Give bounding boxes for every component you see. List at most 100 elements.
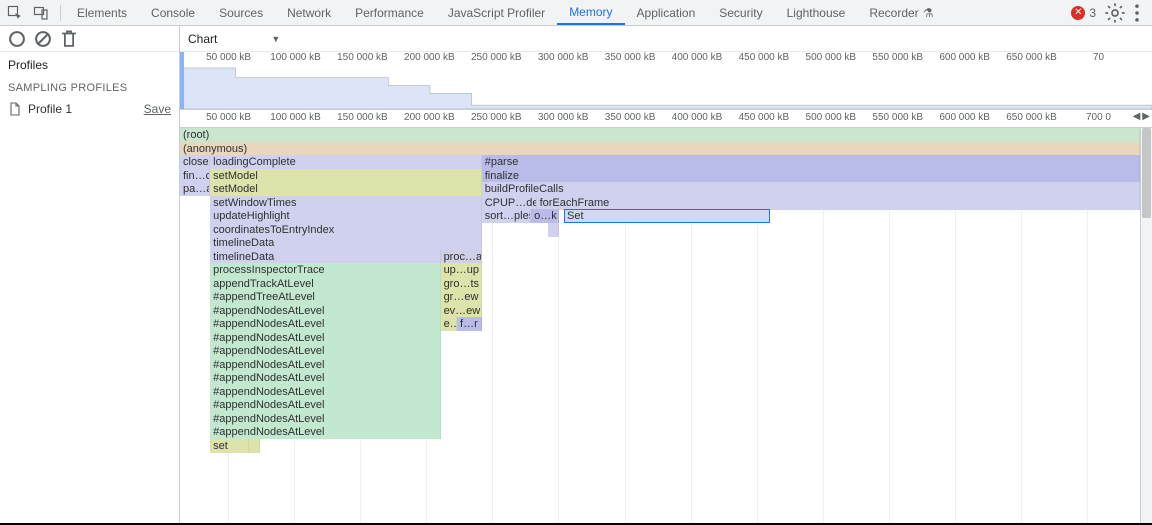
overview-strip[interactable]: 50 000 kB100 000 kB150 000 kB200 000 kB2… [180, 52, 1152, 110]
flame-frame[interactable]: #appendNodesAtLevel [210, 371, 440, 385]
document-icon [8, 102, 22, 116]
flame-frame[interactable]: finalize [482, 169, 1140, 183]
flame-frame[interactable]: #appendNodesAtLevel [210, 344, 440, 358]
flame-frame[interactable]: proc…ata [441, 250, 482, 264]
tick-label: 500 000 kB [806, 112, 857, 123]
view-select[interactable]: Chart ▼ [188, 32, 288, 46]
flame-frame[interactable]: fin…ce [180, 169, 210, 183]
flame-frame[interactable]: f…r [457, 317, 482, 331]
divider [60, 5, 61, 21]
flame-frame[interactable]: up…up [441, 263, 482, 277]
tick-label: 70 [1093, 52, 1104, 63]
tick-label: 400 000 kB [672, 52, 723, 63]
beta-icon: ⚗ [923, 6, 934, 20]
tick-label: 250 000 kB [471, 52, 522, 63]
devtools-toolbar: ElementsConsoleSourcesNetworkPerformance… [0, 0, 1152, 26]
error-count: 3 [1089, 6, 1096, 20]
flame-frame[interactable]: sort…ples [482, 209, 531, 223]
settings-icon[interactable] [1104, 2, 1126, 24]
tab-javascript-profiler[interactable]: JavaScript Profiler [436, 0, 557, 25]
tab-sources[interactable]: Sources [207, 0, 275, 25]
flame-frame[interactable]: loadingComplete [210, 155, 482, 169]
tab-elements[interactable]: Elements [65, 0, 139, 25]
scrollbar-thumb[interactable] [1142, 128, 1151, 218]
flame-frame[interactable]: setWindowTimes [210, 196, 482, 210]
tab-application[interactable]: Application [625, 0, 708, 25]
flame-frame[interactable]: close [180, 155, 210, 169]
tick-label: 50 000 kB [206, 52, 251, 63]
profiles-subheading: SAMPLING PROFILES [0, 78, 179, 98]
save-link[interactable]: Save [144, 102, 171, 116]
flame-frame[interactable]: updateHighlight [210, 209, 482, 223]
flame-frame[interactable]: setModel [210, 182, 482, 196]
flame-frame[interactable]: #appendNodesAtLevel [210, 385, 440, 399]
flame-frame[interactable]: Set [564, 209, 770, 223]
sidebar-toolbar [0, 26, 179, 52]
flame-frame[interactable]: #appendNodesAtLevel [210, 304, 440, 318]
view-select-row: Chart ▼ [180, 26, 1152, 52]
flame-frame[interactable]: setModel [210, 169, 482, 183]
tick-label: 700 0 [1086, 112, 1111, 123]
flame-frame[interactable] [249, 439, 260, 453]
tick-label: 250 000 kB [471, 112, 522, 123]
flame-frame[interactable]: gro…ts [441, 277, 482, 291]
record-icon[interactable] [6, 28, 28, 50]
tick-label: 450 000 kB [739, 112, 790, 123]
tab-memory[interactable]: Memory [557, 0, 624, 25]
flame-frame[interactable]: CPUP…del [482, 196, 537, 210]
flame-frame[interactable]: buildProfileCalls [482, 182, 1140, 196]
clear-icon[interactable] [32, 28, 54, 50]
delete-icon[interactable] [58, 28, 80, 50]
flame-frame[interactable]: o…k [531, 209, 558, 223]
tick-label: 150 000 kB [337, 112, 388, 123]
tick-label: 650 000 kB [1006, 112, 1057, 123]
ruler-scroll-arrows[interactable]: ◀▶ [1133, 111, 1150, 122]
flame-frame[interactable]: coordinatesToEntryIndex [210, 223, 482, 237]
flame-frame[interactable]: #appendNodesAtLevel [210, 425, 440, 439]
flame-chart[interactable]: (root)(anonymous)closeloadingComplete#pa… [180, 128, 1140, 523]
flame-frame[interactable]: #appendNodesAtLevel [210, 398, 440, 412]
tab-network[interactable]: Network [275, 0, 343, 25]
flame-frame[interactable]: (root) [180, 128, 1140, 142]
more-icon[interactable] [1126, 2, 1148, 24]
tick-label: 450 000 kB [739, 52, 790, 63]
flame-frame[interactable] [548, 223, 559, 237]
flame-frame[interactable]: appendTrackAtLevel [210, 277, 440, 291]
flame-frame[interactable]: timelineData [210, 236, 482, 250]
tab-lighthouse[interactable]: Lighthouse [775, 0, 858, 25]
overview-handle-left[interactable] [180, 52, 184, 109]
tick-label: 100 000 kB [270, 52, 321, 63]
tab-performance[interactable]: Performance [343, 0, 436, 25]
flame-frame[interactable]: ev…ew [441, 304, 482, 318]
tick-label: 500 000 kB [806, 52, 857, 63]
flame-frame[interactable]: (anonymous) [180, 142, 1140, 156]
flame-frame[interactable]: #appendNodesAtLevel [210, 317, 440, 331]
flame-frame[interactable]: gr…ew [441, 290, 482, 304]
flame-frame[interactable]: #appendNodesAtLevel [210, 358, 440, 372]
device-toggle-icon[interactable] [30, 2, 52, 24]
tick-label: 600 000 kB [939, 52, 990, 63]
flame-frame[interactable]: #appendTreeAtLevel [210, 290, 440, 304]
tick-label: 550 000 kB [872, 52, 923, 63]
flame-frame[interactable]: #parse [482, 155, 1140, 169]
flame-scrollbar[interactable] [1140, 128, 1152, 523]
flame-frame[interactable]: set [210, 439, 248, 453]
error-icon: ✕ [1071, 6, 1085, 20]
profile-item[interactable]: Profile 1 Save [0, 98, 179, 120]
flame-frame[interactable]: timelineData [210, 250, 440, 264]
flame-frame[interactable]: #appendNodesAtLevel [210, 412, 440, 426]
flame-frame[interactable]: #appendNodesAtLevel [210, 331, 440, 345]
panel-tabs: ElementsConsoleSourcesNetworkPerformance… [65, 0, 945, 25]
tick-label: 350 000 kB [605, 52, 656, 63]
tick-label: 300 000 kB [538, 112, 589, 123]
tab-console[interactable]: Console [139, 0, 207, 25]
flame-frame[interactable]: pa…at [180, 182, 210, 196]
flame-frame[interactable]: e… [441, 317, 457, 331]
inspect-icon[interactable] [4, 2, 26, 24]
tab-security[interactable]: Security [707, 0, 774, 25]
tab-recorder[interactable]: Recorder⚗ [857, 0, 945, 25]
flame-frame[interactable]: processInspectorTrace [210, 263, 440, 277]
flame-frame[interactable]: forEachFrame [537, 196, 1140, 210]
overview-graph [180, 66, 1152, 109]
error-counter[interactable]: ✕ 3 [1071, 6, 1096, 20]
